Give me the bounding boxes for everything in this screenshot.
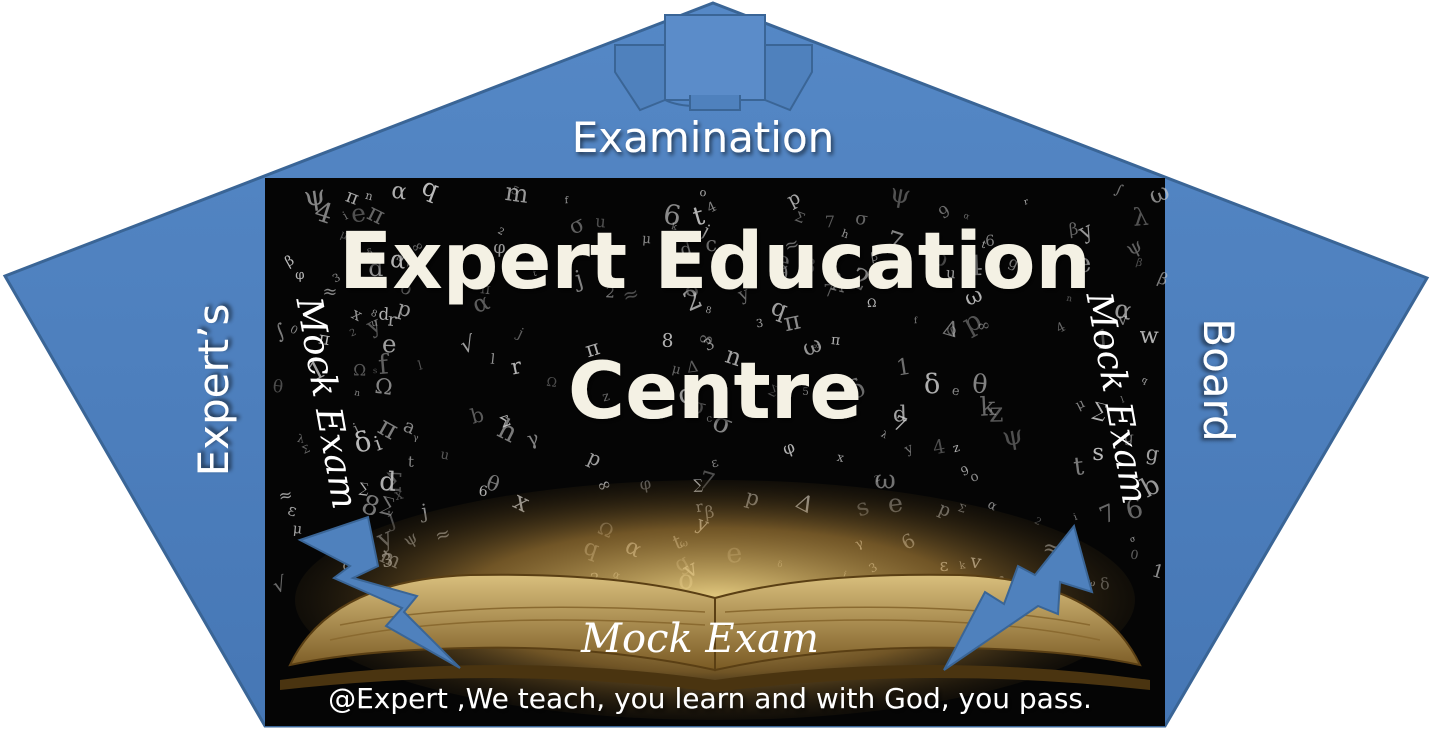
floating-glyph: Ω bbox=[373, 374, 394, 401]
floating-glyph: Ω bbox=[353, 361, 366, 379]
poster-canvas: Examination Expert’s Board csσ∑fΩ3Ωωkvμx… bbox=[2, 1, 1430, 728]
floating-glyph: w bbox=[1139, 323, 1159, 350]
floating-glyph: λ bbox=[1132, 202, 1150, 232]
title-line-1: Expert Education bbox=[339, 217, 1091, 307]
floating-glyph: φ bbox=[295, 268, 305, 283]
motto-text: @Expert ,We teach, you learn and with Go… bbox=[328, 682, 1092, 715]
top-label: Examination bbox=[572, 113, 835, 162]
floating-glyph: t bbox=[407, 453, 414, 471]
left-label: Expert’s bbox=[189, 304, 238, 477]
title-line-2: Centre bbox=[568, 347, 862, 437]
floating-glyph: Ω bbox=[546, 374, 558, 390]
right-label: Board bbox=[1194, 318, 1243, 441]
floating-glyph: δ bbox=[923, 369, 941, 401]
floating-glyph: d bbox=[378, 304, 390, 324]
floating-glyph: θ bbox=[971, 369, 989, 400]
floating-glyph: μ bbox=[292, 521, 303, 538]
floating-glyph: s bbox=[1092, 440, 1104, 466]
bottom-script: Mock Exam bbox=[580, 616, 819, 662]
